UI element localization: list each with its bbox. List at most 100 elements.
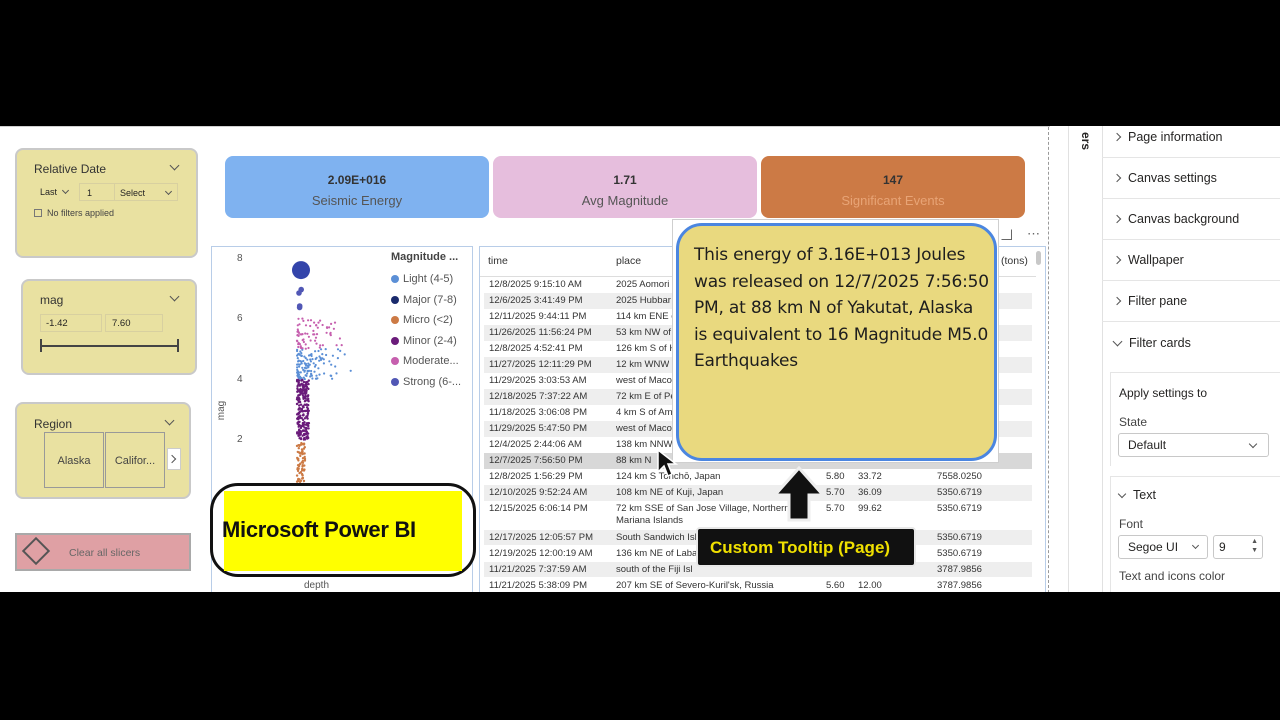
section-label: Filter cards: [1129, 335, 1191, 350]
relative-date-slicer[interactable]: Relative Date Last 1 Select No filters a…: [15, 148, 198, 258]
legend-item-major[interactable]: Major (7-8): [391, 290, 473, 311]
text-section-label: Text: [1133, 488, 1156, 502]
section-page-information[interactable]: Page information: [1102, 126, 1280, 158]
kpi-label: Avg Magnitude: [581, 193, 669, 208]
point-light: [331, 377, 334, 380]
mag-min-input[interactable]: -1.42: [40, 314, 102, 332]
cell-place: south of the Fiji Isl: [616, 563, 693, 575]
mag-range-handle-min[interactable]: [40, 339, 42, 352]
point-light: [315, 374, 318, 377]
point-light: [336, 357, 339, 360]
tooltip-text: This energy of 3.16E+013 Joules was rele…: [694, 245, 989, 371]
legend-item-minor[interactable]: Minor (2-4): [391, 331, 473, 352]
point-minor: [307, 427, 310, 430]
table-scrollbar[interactable]: [1036, 251, 1041, 265]
point-micro: [301, 457, 305, 460]
kpi-seismic-energy[interactable]: 2.09E+016 Seismic Energy: [225, 156, 489, 218]
column-header-place[interactable]: place: [616, 255, 641, 267]
point-moderate: [309, 319, 313, 322]
focus-mode-icon[interactable]: [1001, 229, 1012, 240]
point-moderate: [318, 346, 321, 349]
region-slicer[interactable]: Region Alaska Califor...: [15, 402, 191, 499]
cell-depth: 36.09: [858, 487, 882, 498]
column-header-time[interactable]: time: [488, 255, 508, 267]
count-input[interactable]: 1: [79, 183, 115, 201]
point-moderate: [332, 327, 335, 330]
section-wallpaper[interactable]: Wallpaper: [1102, 240, 1280, 281]
kpi-avg-magnitude[interactable]: 1.71 Avg Magnitude: [493, 156, 757, 218]
y-tick: 4: [237, 374, 243, 385]
more-options-icon[interactable]: ⋯: [1027, 226, 1040, 242]
legend-item-micro[interactable]: Micro (<2): [391, 310, 473, 331]
chevron-down-icon[interactable]: [169, 160, 180, 171]
point-minor: [307, 399, 310, 402]
point-moderate: [297, 317, 300, 320]
cell-time: 11/21/2025 7:37:59 AM: [489, 563, 587, 575]
legend-item-moderate[interactable]: Moderate...: [391, 351, 473, 372]
point-light: [322, 362, 325, 365]
point-light: [323, 372, 326, 375]
y-tick: 6: [237, 313, 243, 324]
legend-label: Light (4-5): [403, 273, 454, 286]
section-canvas-settings[interactable]: Canvas settings: [1102, 158, 1280, 199]
mag-max-input[interactable]: 7.60: [105, 314, 163, 332]
point-moderate: [335, 344, 338, 347]
cell-time: 12/19/2025 12:00:19 AM: [489, 547, 593, 559]
region-item-california[interactable]: Califor...: [105, 432, 165, 488]
font-size-stepper[interactable]: 9 ▲ ▼: [1213, 535, 1263, 559]
clear-slicers-button[interactable]: Clear all slicers: [15, 533, 191, 571]
app-canvas: Relative Date Last 1 Select No filters a…: [0, 126, 1280, 592]
point-minor: [304, 399, 307, 403]
point-light: [309, 360, 312, 363]
side-tab-label: ers: [1079, 131, 1094, 151]
point-light: [314, 357, 317, 361]
kpi-significant-events[interactable]: 147 Significant Events: [761, 156, 1025, 218]
apply-settings-card: Apply settings to State Default: [1110, 372, 1280, 466]
kpi-label: Seismic Energy: [311, 193, 403, 208]
chevron-down-icon[interactable]: [169, 291, 180, 302]
point-minor: [297, 423, 300, 426]
point-minor: [295, 402, 299, 406]
point-minor: [298, 400, 301, 403]
section-canvas-background[interactable]: Canvas background: [1102, 199, 1280, 240]
point-moderate: [304, 332, 307, 335]
point-light: [296, 357, 299, 360]
table-row[interactable]: 11/21/2025 5:38:09 PM 207 km SE of Severo…: [484, 577, 1032, 592]
region-next-button[interactable]: [167, 448, 181, 470]
section-filter-pane[interactable]: Filter pane: [1102, 281, 1280, 322]
cell-time: 11/18/2025 3:06:08 PM: [489, 407, 588, 418]
point-moderate: [319, 319, 322, 322]
point-light: [311, 377, 314, 380]
font-family-value: Segoe UI: [1128, 540, 1179, 554]
point-micro: [298, 478, 301, 481]
side-tab[interactable]: ers: [1068, 126, 1102, 592]
point-minor: [298, 384, 302, 387]
point-minor: [303, 403, 306, 406]
font-family-dropdown[interactable]: Segoe UI: [1118, 535, 1208, 559]
mag-range-track[interactable]: [41, 345, 179, 347]
point-light: [303, 378, 306, 381]
legend-item-light[interactable]: Light (4-5): [391, 269, 473, 290]
state-dropdown[interactable]: Default: [1118, 433, 1269, 457]
chevron-down-icon[interactable]: [164, 415, 175, 426]
table-row[interactable]: 12/10/2025 9:52:24 AM 108 km NE of Kuji, …: [484, 485, 1032, 501]
point-minor: [297, 394, 300, 397]
point-light: [329, 374, 332, 377]
section-filter-cards[interactable]: Filter cards: [1102, 322, 1280, 363]
cell-mag: 5.70: [826, 487, 845, 498]
table-row[interactable]: 12/8/2025 1:56:29 PM 124 km S Tonchō, Jap…: [484, 469, 1032, 485]
column-header-energy[interactable]: (tons): [1001, 255, 1028, 267]
period-dropdown[interactable]: Last: [34, 183, 72, 201]
table-row[interactable]: 12/15/2025 6:06:14 PM 72 km SSE of San Jo…: [484, 501, 1032, 529]
point-micro: [298, 471, 301, 475]
point-moderate: [312, 329, 315, 332]
mag-slicer[interactable]: mag -1.42 7.60: [21, 279, 197, 375]
text-section-header[interactable]: Text: [1117, 488, 1156, 502]
point-light: [339, 349, 342, 352]
point-minor: [298, 420, 301, 424]
legend-item-strong[interactable]: Strong (6-...: [391, 372, 473, 393]
mag-range-handle-max[interactable]: [177, 339, 179, 352]
unit-dropdown[interactable]: Select: [114, 183, 178, 201]
point-minor: [299, 390, 302, 393]
region-item-alaska[interactable]: Alaska: [44, 432, 104, 488]
